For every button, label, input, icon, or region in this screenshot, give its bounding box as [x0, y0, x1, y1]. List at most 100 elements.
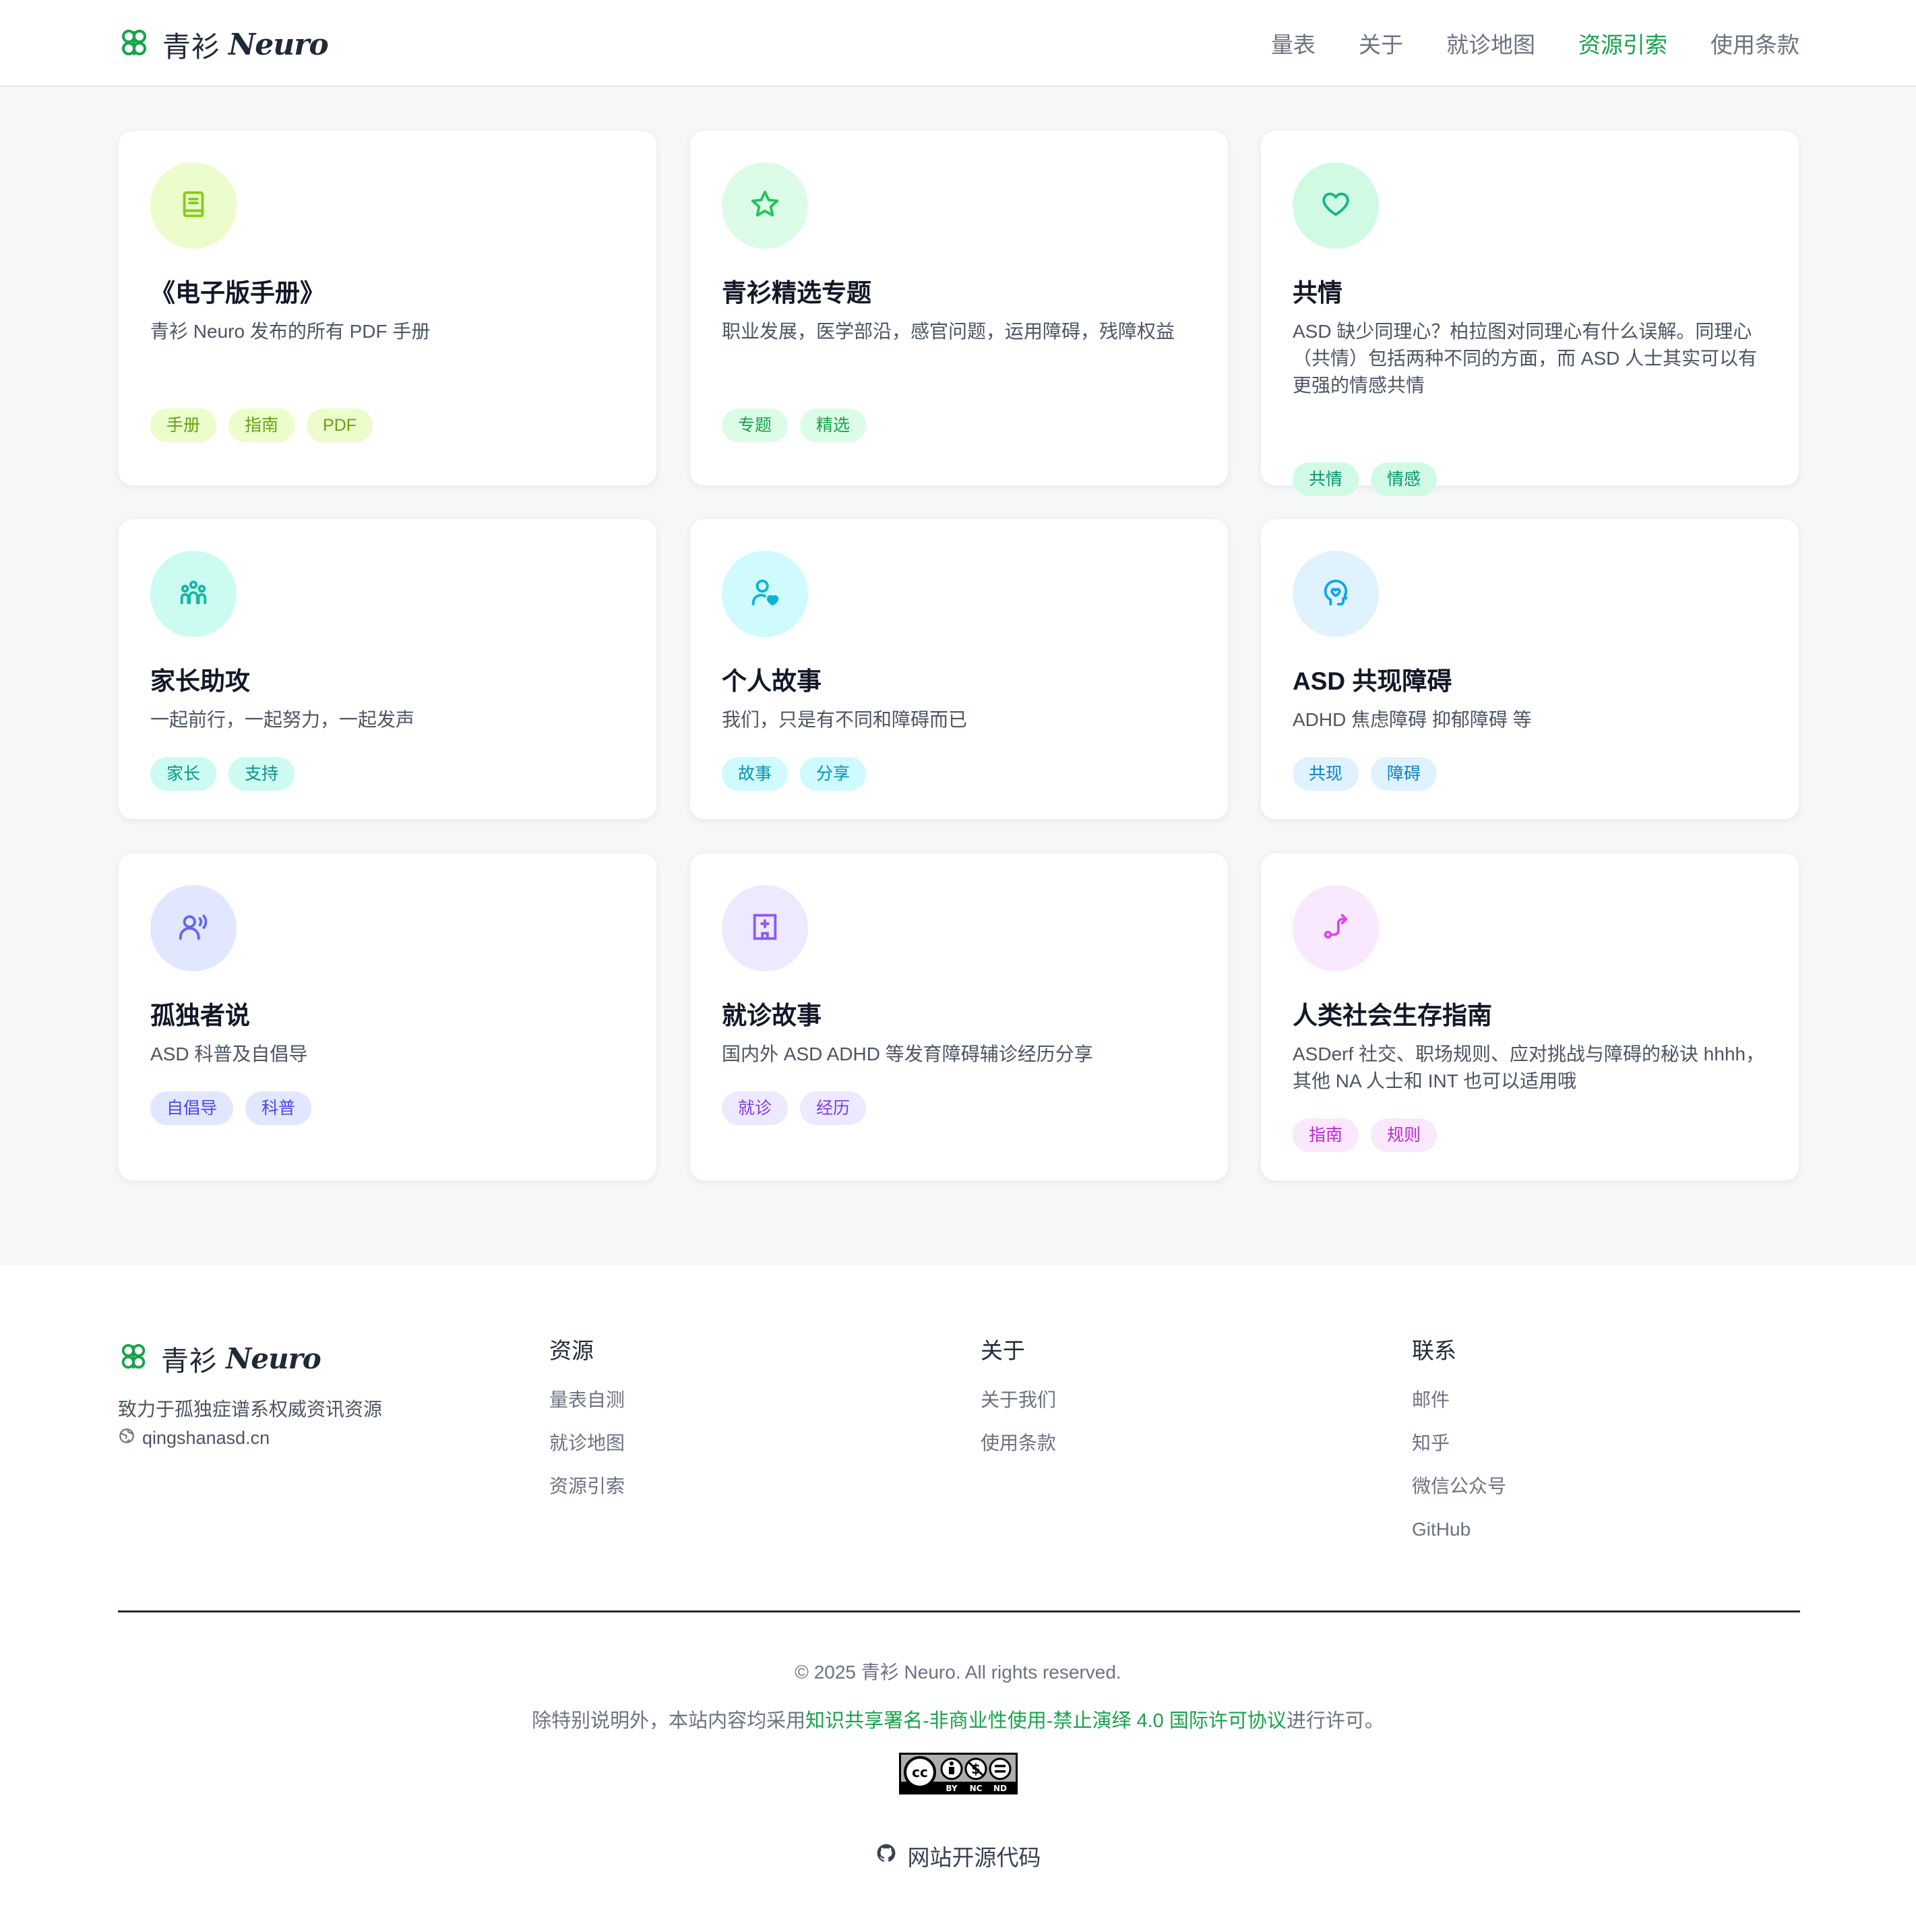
user-heart-icon	[749, 577, 780, 611]
card-description: ASD 科普及自倡导	[150, 1044, 308, 1064]
card-tags: 共现 障碍	[1293, 757, 1438, 791]
site-footer: 青衫 Neuro 致力于孤独症谱系权威资讯资源 qingshanasd.cn 资…	[0, 1265, 1916, 1932]
nav-clinic-map[interactable]: 就诊地图	[1446, 27, 1535, 59]
source-code-label: 网站开源代码	[907, 1845, 1041, 1870]
license-notice: 除特别说明外，本站内容均采用知识共享署名-非商业性使用-禁止演绎 4.0 国际许…	[0, 1705, 1916, 1733]
tag: 障碍	[1371, 757, 1438, 791]
card-title: 《电子版手册》	[150, 279, 325, 307]
globe-icon	[118, 1427, 135, 1449]
footer-link-terms[interactable]: 使用条款	[981, 1428, 1056, 1472]
card-tags: 就诊 经历	[722, 1091, 867, 1125]
license-link[interactable]: 知识共享署名-非商业性使用-禁止演绎 4.0 国际许可协议	[805, 1710, 1287, 1732]
card-title: 共情	[1293, 279, 1342, 307]
nav-about[interactable]: 关于	[1359, 27, 1403, 59]
cc-mark-nc: NC	[970, 1784, 983, 1793]
tag: 专题	[722, 409, 789, 442]
footer-link-github[interactable]: GitHub	[1412, 1515, 1506, 1558]
footer-link-clinic-map[interactable]: 就诊地图	[549, 1428, 625, 1472]
brand-name-en: Neuro	[226, 1341, 321, 1375]
footer-col-title: 资源	[549, 1338, 594, 1363]
main-nav: 量表 关于 就诊地图 资源引索 使用条款	[1271, 27, 1799, 59]
card-tags: 故事 分享	[722, 757, 867, 791]
tag: 精选	[800, 409, 867, 442]
card-tags: 指南 规则	[1293, 1118, 1438, 1152]
hospital-icon	[749, 911, 780, 946]
resource-card-comorbidity[interactable]: ASD 共现障碍 ADHD 焦虑障碍 抑郁障碍 等 共现 障碍	[1260, 518, 1799, 820]
tag: 就诊	[722, 1091, 789, 1125]
tag: 情感	[1371, 462, 1438, 496]
heart-icon	[1320, 189, 1351, 223]
footer-col-contact: 联系 邮件 知乎 微信公众号 GitHub	[1412, 1333, 1506, 1558]
footer-link-about-us[interactable]: 关于我们	[981, 1385, 1056, 1428]
nav-resources[interactable]: 资源引索	[1578, 27, 1667, 59]
cc-mark-nd: ND	[993, 1784, 1007, 1793]
card-tags: 家长 支持	[150, 757, 295, 791]
brain-logo-icon	[118, 27, 150, 63]
footer-col-title: 关于	[981, 1338, 1025, 1363]
book-icon	[178, 189, 209, 223]
license-suffix: 进行许可。	[1286, 1710, 1384, 1732]
resource-card-parents[interactable]: 家长助攻 一起前行，一起努力，一起发声 家长 支持	[118, 518, 657, 820]
resource-card-personal-stories[interactable]: 个人故事 我们，只是有不同和障碍而已 故事 分享	[689, 518, 1229, 820]
card-icon-circle	[1293, 885, 1379, 971]
footer-col-resources: 资源 量表自测 就诊地图 资源引索	[549, 1333, 625, 1515]
resource-card-clinic-stories[interactable]: 就诊故事 国内外 ASD ADHD 等发育障碍辅诊经历分享 就诊 经历	[689, 853, 1229, 1181]
card-tags: 手册 指南 PDF	[150, 409, 373, 442]
card-icon-circle	[150, 885, 237, 971]
tag: 自倡导	[150, 1091, 234, 1125]
resource-card-autistic-voices[interactable]: 孤独者说 ASD 科普及自倡导 自倡导 科普	[118, 853, 657, 1181]
card-title: ASD 共现障碍	[1293, 667, 1452, 695]
brand-name-en: Neuro	[228, 28, 329, 62]
footer-link-wechat[interactable]: 微信公众号	[1412, 1472, 1506, 1515]
source-code-link[interactable]: 网站开源代码	[0, 1840, 1916, 1872]
top-navbar: 青衫 Neuro 量表 关于 就诊地图 资源引索 使用条款	[0, 0, 1916, 87]
resource-card-featured-topics[interactable]: 青衫精选专题 职业发展，医学部沿，感官问题，运用障碍，残障权益 专题 精选	[689, 130, 1229, 486]
tag: PDF	[307, 409, 373, 442]
footer-link-zhihu[interactable]: 知乎	[1412, 1428, 1506, 1472]
nav-scales[interactable]: 量表	[1271, 27, 1316, 59]
card-title: 家长助攻	[150, 667, 250, 695]
family-icon	[178, 577, 209, 611]
cc-license-badge[interactable]: cc $ BY NC ND	[899, 1753, 1018, 1794]
star-icon	[749, 189, 780, 223]
brand-name-cn: 青衫	[162, 31, 221, 63]
tag: 经历	[800, 1091, 867, 1125]
footer-link-email[interactable]: 邮件	[1412, 1385, 1506, 1428]
tag: 指南	[1293, 1118, 1359, 1152]
card-description: 我们，只是有不同和障碍而已	[722, 709, 968, 730]
card-icon-circle	[150, 551, 237, 637]
brand-name-cn: 青衫	[161, 1346, 218, 1377]
footer-site-link[interactable]: qingshanasd.cn	[118, 1427, 270, 1449]
footer-brand-logo[interactable]: 青衫 Neuro	[118, 1338, 321, 1379]
footer-divider	[118, 1610, 1800, 1612]
tag: 家长	[150, 757, 217, 791]
brain-head-icon	[1320, 577, 1351, 611]
tag: 科普	[245, 1091, 312, 1125]
tag: 支持	[228, 757, 295, 791]
card-description: 国内外 ASD ADHD 等发育障碍辅诊经历分享	[722, 1044, 1093, 1064]
card-description: ADHD 焦虑障碍 抑郁障碍 等	[1293, 709, 1532, 730]
tag: 分享	[800, 757, 867, 791]
footer-link-resources[interactable]: 资源引索	[549, 1472, 625, 1515]
footer-tagline: 致力于孤独症谱系权威资讯资源	[118, 1399, 383, 1420]
copyright-text: © 2025 青衫 Neuro. All rights reserved.	[795, 1662, 1121, 1683]
card-title: 个人故事	[722, 667, 822, 695]
tag: 规则	[1371, 1118, 1438, 1152]
brand-logo[interactable]: 青衫 Neuro	[118, 24, 329, 65]
card-description: ASD 缺少同理心？柏拉图对同理心有什么误解。同理心（共情）包括两种不同的方面，…	[1293, 321, 1758, 396]
card-title: 人类社会生存指南	[1293, 1002, 1492, 1029]
card-description: ASDerf 社交、职场规则、应对挑战与障碍的秘诀 hhhh，其他 NA 人士和…	[1293, 1044, 1765, 1091]
license-prefix: 除特别说明外，本站内容均采用	[532, 1710, 806, 1732]
card-icon-circle	[722, 885, 808, 971]
nav-terms[interactable]: 使用条款	[1710, 27, 1799, 59]
resource-card-empathy[interactable]: 共情 ASD 缺少同理心？柏拉图对同理心有什么误解。同理心（共情）包括两种不同的…	[1260, 130, 1799, 496]
card-icon-circle	[1293, 551, 1379, 637]
resource-card-handbook[interactable]: 《电子版手册》 青衫 Neuro 发布的所有 PDF 手册 手册 指南 PDF	[118, 130, 657, 486]
card-title: 就诊故事	[722, 1002, 822, 1029]
tag: 手册	[150, 409, 217, 442]
card-icon-circle	[722, 162, 808, 249]
speaking-person-icon	[178, 911, 209, 946]
footer-link-scales[interactable]: 量表自测	[549, 1385, 625, 1428]
resource-card-survival-guide[interactable]: 人类社会生存指南 ASDerf 社交、职场规则、应对挑战与障碍的秘诀 hhhh，…	[1260, 853, 1799, 1181]
card-title: 青衫精选专题	[722, 279, 871, 307]
